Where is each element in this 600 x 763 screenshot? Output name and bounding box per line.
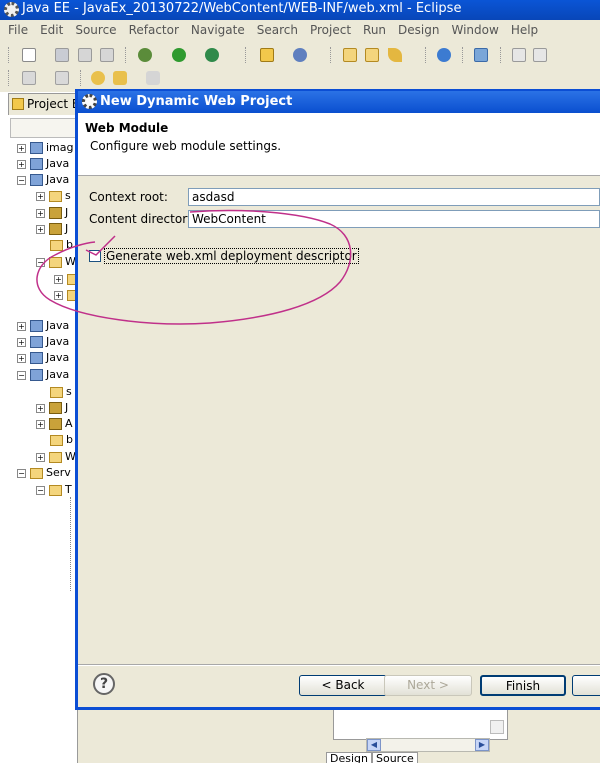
page-description: Configure web module settings. [90, 139, 282, 153]
eclipse-icon [4, 2, 19, 17]
menu-help[interactable]: Help [511, 23, 538, 37]
previous-annotation-icon[interactable] [55, 71, 69, 85]
tree-item[interactable]: b [50, 433, 73, 447]
save-all-icon[interactable] [78, 48, 92, 62]
print-icon[interactable] [100, 48, 114, 62]
block-selection-icon[interactable] [533, 48, 547, 62]
tree-item[interactable]: + J [36, 206, 68, 220]
tree-item[interactable]: − Java [17, 173, 69, 187]
save-icon[interactable] [55, 48, 69, 62]
back-arrow-icon[interactable] [113, 71, 127, 85]
dialog-separator [78, 664, 600, 666]
generate-descriptor-checkbox[interactable] [89, 250, 101, 262]
toolbar-separator [245, 47, 247, 63]
window-title-bar: Java EE - JavaEx_20130722/WebContent/WEB… [0, 0, 600, 20]
run-icon[interactable] [172, 48, 186, 62]
editor-canvas [333, 708, 508, 740]
menu-navigate[interactable]: Navigate [191, 23, 245, 37]
tree-item[interactable]: s [50, 385, 72, 399]
context-root-label: Context root: [89, 190, 168, 204]
tree-item[interactable]: + A [36, 417, 73, 431]
project-explorer-tab[interactable]: Project E [8, 93, 78, 115]
new-dynamic-web-project-dialog [75, 89, 600, 710]
new-server-icon[interactable] [260, 48, 274, 62]
tree-item[interactable]: + J [36, 222, 68, 236]
tree-item[interactable]: + Java [17, 319, 69, 333]
last-edit-icon[interactable] [91, 71, 105, 85]
tree-item[interactable]: + J [36, 401, 68, 415]
tree-item[interactable]: + Java [17, 157, 69, 171]
main-toolbar [0, 44, 600, 66]
next-button[interactable]: Next > [384, 675, 472, 696]
tree-item[interactable]: + s [36, 189, 71, 203]
finish-button[interactable]: Finish [480, 675, 566, 696]
forward-arrow-icon[interactable] [146, 71, 160, 85]
tree-item[interactable]: + imag [17, 141, 74, 155]
menu-project[interactable]: Project [310, 23, 351, 37]
project-explorer-icon [12, 98, 24, 110]
tree-item[interactable]: − Serv [17, 466, 71, 480]
dialog-title: New Dynamic Web Project [100, 94, 293, 109]
tree-item[interactable]: + Java [17, 351, 69, 365]
back-button[interactable]: < Back [299, 675, 387, 696]
scroll-left-icon[interactable]: ◀ [367, 739, 381, 751]
window-title: Java EE - JavaEx_20130722/WebContent/WEB… [22, 1, 462, 16]
open-resource-icon[interactable] [365, 48, 379, 62]
tree-item[interactable]: b [50, 238, 73, 252]
toolbar-separator [500, 47, 502, 63]
dialog-title-bar: New Dynamic Web Project [78, 91, 600, 113]
scroll-down-icon[interactable] [490, 720, 504, 734]
project-explorer-tab-label: Project E [27, 97, 78, 111]
debug-icon[interactable] [138, 48, 152, 62]
globe-icon[interactable] [437, 48, 451, 62]
toolbar-separator [8, 47, 10, 63]
toolbar-separator [80, 70, 82, 86]
secondary-toolbar [0, 67, 600, 89]
menu-file[interactable]: File [8, 23, 28, 37]
help-button[interactable]: ? [93, 673, 115, 695]
eclipse-icon [82, 94, 97, 109]
open-type-icon[interactable] [343, 48, 357, 62]
cancel-button[interactable] [572, 675, 600, 696]
tab-source[interactable]: Source [371, 752, 418, 763]
toolbar-separator [330, 47, 332, 63]
page-title: Web Module [85, 121, 169, 135]
toolbar-separator [125, 47, 127, 63]
toggle-mark-icon[interactable] [512, 48, 526, 62]
menu-source[interactable]: Source [75, 23, 116, 37]
menu-edit[interactable]: Edit [40, 23, 63, 37]
menu-design[interactable]: Design [398, 23, 439, 37]
tree-item[interactable]: − T [36, 483, 72, 497]
menu-run[interactable]: Run [363, 23, 386, 37]
content-directory-field[interactable]: WebContent [188, 210, 600, 228]
toolbar-separator [8, 70, 10, 86]
tree-item[interactable]: + Java [17, 335, 69, 349]
generate-descriptor-label[interactable]: Generate web.xml deployment descriptor [104, 248, 359, 264]
context-root-field[interactable]: asdasd [188, 188, 600, 206]
toolbar-separator [462, 47, 464, 63]
search-icon[interactable] [474, 48, 488, 62]
editor-tabs: Design Source [326, 752, 418, 763]
external-tools-icon[interactable] [205, 48, 219, 62]
menu-search[interactable]: Search [257, 23, 298, 37]
new-icon[interactable] [22, 48, 36, 62]
project-explorer-toolbar [10, 118, 78, 138]
pen-icon[interactable] [388, 48, 402, 62]
toolbar-separator [425, 47, 427, 63]
content-directory-label: Content directory: [89, 212, 198, 226]
menu-refactor[interactable]: Refactor [129, 23, 179, 37]
scroll-right-icon[interactable]: ▶ [475, 739, 489, 751]
horizontal-scrollbar[interactable]: ◀ ▶ [366, 738, 490, 752]
menu-window[interactable]: Window [451, 23, 498, 37]
tree-item[interactable]: − W [36, 255, 76, 269]
tab-design[interactable]: Design [326, 752, 372, 763]
tree-item[interactable]: + W [36, 450, 76, 464]
new-class-icon[interactable] [293, 48, 307, 62]
next-annotation-icon[interactable] [22, 71, 36, 85]
menu-bar: File Edit Source Refactor Navigate Search Proj… [0, 20, 600, 41]
tree-item[interactable]: − Java [17, 368, 69, 382]
